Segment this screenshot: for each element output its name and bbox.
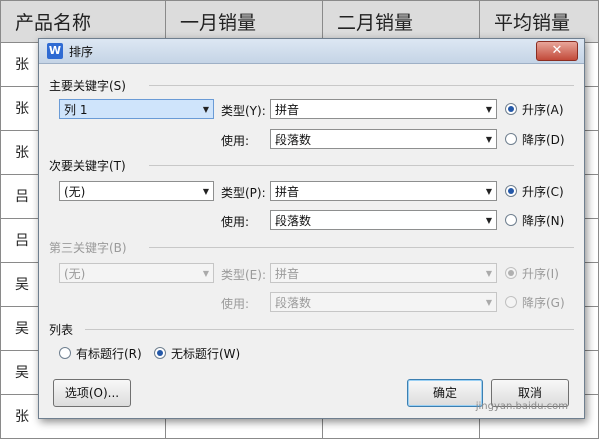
third-key-select[interactable]: (无) ▼ (59, 263, 214, 283)
chevron-down-icon: ▼ (485, 216, 492, 225)
chevron-down-icon: ▼ (202, 269, 209, 278)
chevron-down-icon: ▼ (485, 135, 492, 144)
primary-type-value: 拼音 (275, 103, 300, 117)
radio-unselected-icon (505, 133, 517, 145)
primary-use-value: 段落数 (275, 133, 312, 147)
third-asc-label: 升序(I) (522, 267, 559, 281)
secondary-type-label: 类型(P): (221, 186, 266, 200)
radio-unselected-icon (59, 347, 71, 359)
primary-key-select[interactable]: 列 1 ▼ (59, 99, 214, 119)
third-use-value: 段落数 (275, 296, 312, 310)
radio-unselected-icon (505, 296, 517, 308)
third-use-select[interactable]: 段落数 ▼ (270, 292, 497, 312)
no-header-radio[interactable]: 无标题行(W) (154, 346, 240, 362)
third-type-select[interactable]: 拼音 ▼ (270, 263, 497, 283)
radio-unselected-icon (505, 214, 517, 226)
secondary-key-value: (无) (64, 185, 86, 199)
radio-selected-icon (154, 347, 166, 359)
watermark: jingyan.baidu.com (475, 401, 568, 412)
third-desc-radio[interactable]: 降序(G) (505, 295, 565, 311)
primary-desc-label: 降序(D) (522, 133, 565, 147)
primary-use-select[interactable]: 段落数 ▼ (270, 129, 497, 149)
primary-use-label: 使用: (221, 134, 250, 148)
chevron-down-icon: ▼ (202, 187, 209, 196)
close-button[interactable]: ✕ (536, 41, 578, 61)
ok-button[interactable]: 确定 (407, 379, 483, 407)
divider (149, 165, 574, 166)
third-desc-label: 降序(G) (522, 296, 565, 310)
header-jan-sales[interactable]: 一月销量 (165, 0, 323, 43)
third-type-value: 拼音 (275, 267, 300, 281)
secondary-desc-radio[interactable]: 降序(N) (505, 213, 564, 229)
third-use-label: 使用: (221, 297, 250, 311)
secondary-use-label: 使用: (221, 215, 250, 229)
dialog-title: 排序 (69, 45, 94, 59)
header-avg-sales[interactable]: 平均销量 (479, 0, 599, 43)
dialog-titlebar[interactable]: W 排序 ✕ (39, 39, 584, 64)
third-key-label: 第三关键字(B) (49, 241, 127, 255)
has-header-label: 有标题行(R) (76, 347, 142, 361)
chevron-down-icon: ▼ (485, 105, 492, 114)
chevron-down-icon: ▼ (202, 105, 209, 114)
radio-selected-icon (505, 103, 517, 115)
third-type-label: 类型(E): (221, 268, 266, 282)
primary-desc-radio[interactable]: 降序(D) (505, 132, 565, 148)
list-section-label: 列表 (49, 323, 74, 337)
secondary-desc-label: 降序(N) (522, 214, 565, 228)
primary-type-select[interactable]: 拼音 ▼ (270, 99, 497, 119)
header-feb-sales[interactable]: 二月销量 (322, 0, 480, 43)
header-product-name[interactable]: 产品名称 (0, 0, 166, 43)
secondary-type-select[interactable]: 拼音 ▼ (270, 181, 497, 201)
divider (149, 247, 574, 248)
chevron-down-icon: ▼ (485, 298, 492, 307)
secondary-type-value: 拼音 (275, 185, 300, 199)
primary-asc-radio[interactable]: 升序(A) (505, 102, 564, 118)
primary-type-label: 类型(Y): (221, 104, 266, 118)
no-header-label: 无标题行(W) (171, 347, 241, 361)
secondary-asc-radio[interactable]: 升序(C) (505, 184, 564, 200)
wps-writer-icon: W (47, 43, 63, 59)
secondary-key-label: 次要关键字(T) (49, 159, 126, 173)
secondary-use-value: 段落数 (275, 214, 312, 228)
divider (149, 85, 574, 86)
chevron-down-icon: ▼ (485, 269, 492, 278)
divider (85, 329, 574, 330)
primary-key-value: 列 1 (64, 103, 88, 117)
options-button[interactable]: 选项(O)... (53, 379, 131, 407)
radio-selected-icon (505, 185, 517, 197)
primary-key-label: 主要关键字(S) (49, 79, 126, 93)
chevron-down-icon: ▼ (485, 187, 492, 196)
sort-dialog: W 排序 ✕ 主要关键字(S) 列 1 ▼ 类型(Y): 拼音 ▼ 升序(A) 使用… (38, 38, 585, 419)
third-key-value: (无) (64, 267, 86, 281)
table-header-row: 产品名称 一月销量 二月销量 平均销量 (0, 0, 599, 43)
has-header-radio[interactable]: 有标题行(R) (59, 346, 142, 362)
secondary-use-select[interactable]: 段落数 ▼ (270, 210, 497, 230)
secondary-asc-label: 升序(C) (522, 185, 564, 199)
secondary-key-select[interactable]: (无) ▼ (59, 181, 214, 201)
primary-asc-label: 升序(A) (522, 103, 564, 117)
radio-selected-icon (505, 267, 517, 279)
third-asc-radio[interactable]: 升序(I) (505, 266, 559, 282)
